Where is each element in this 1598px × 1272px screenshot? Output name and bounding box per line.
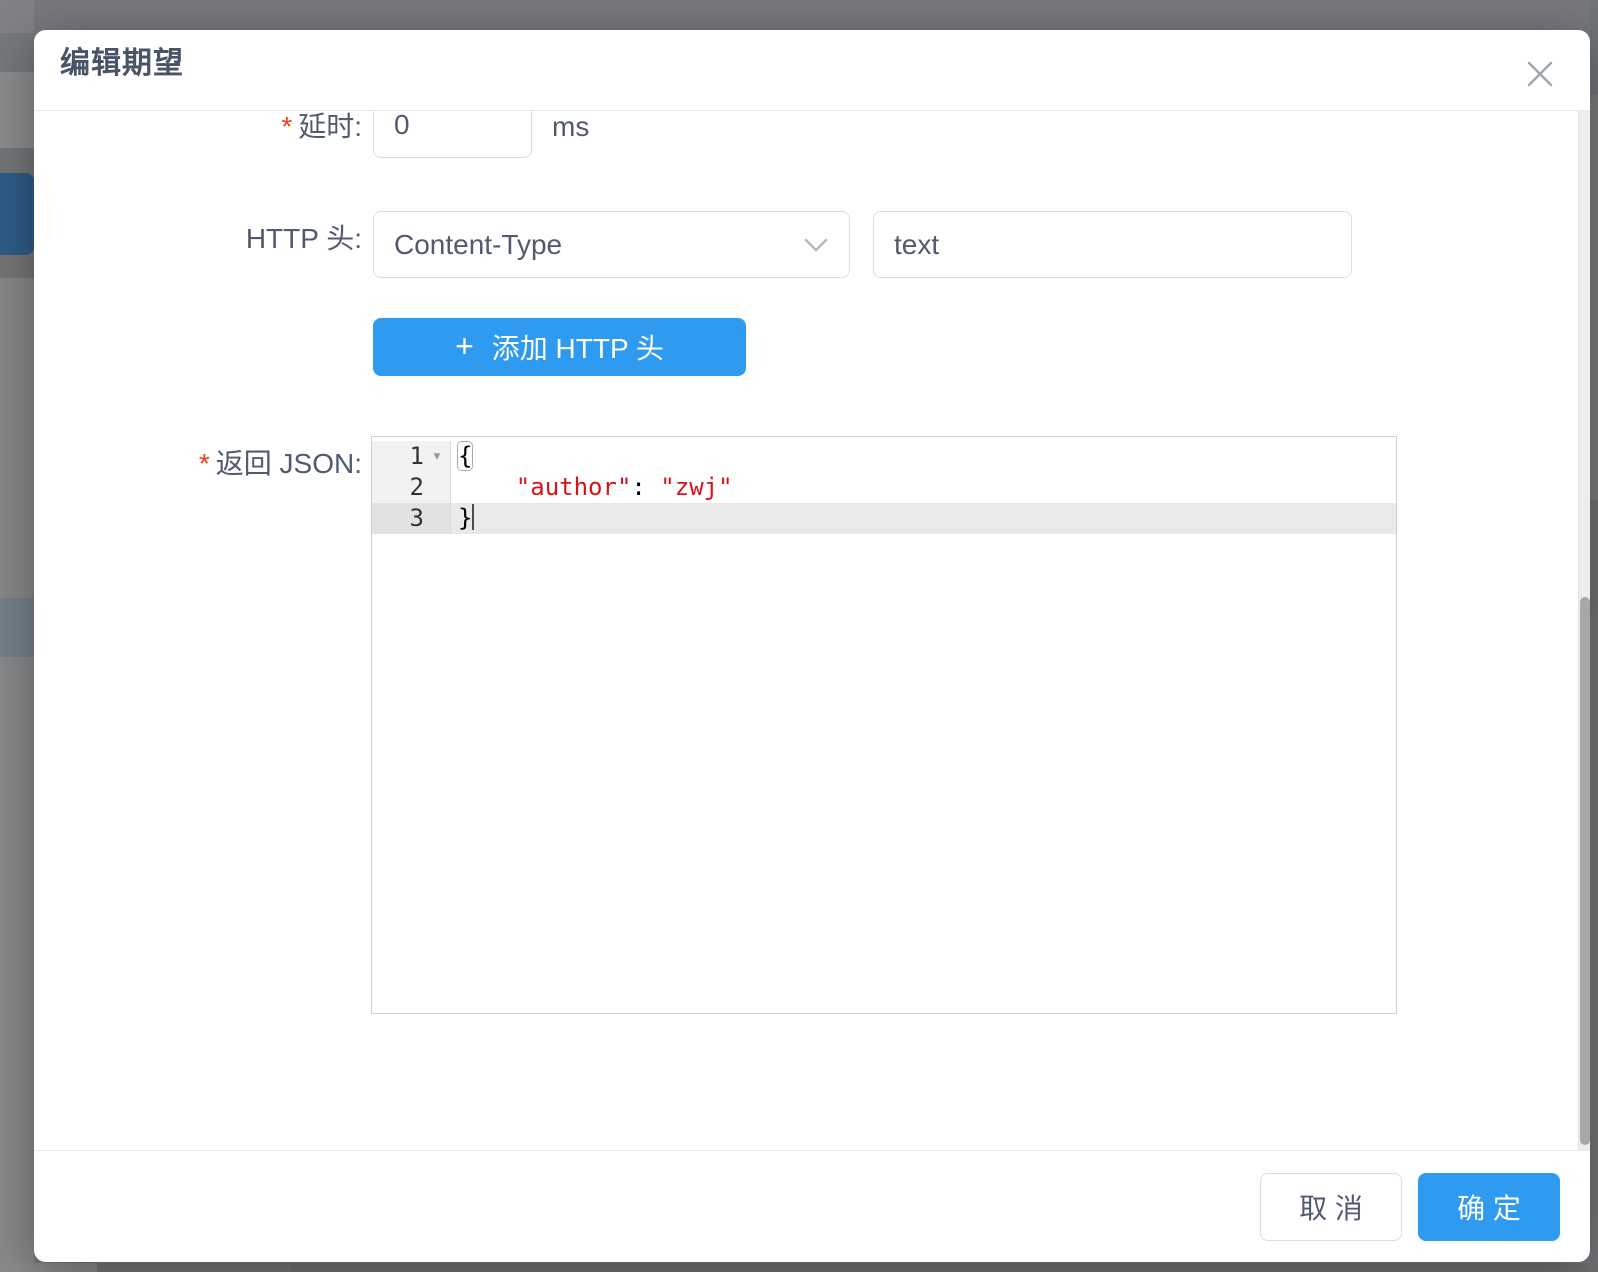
http-header-label: HTTP 头: bbox=[34, 219, 362, 259]
close-button[interactable] bbox=[1520, 54, 1560, 94]
code-content: { bbox=[451, 441, 1396, 472]
dialog-footer: 取 消 确 定 bbox=[34, 1150, 1590, 1262]
matching-bracket: { bbox=[458, 442, 472, 470]
json-value: "zwj" bbox=[660, 473, 732, 501]
delay-input[interactable] bbox=[373, 111, 532, 158]
delay-label-text: 延时: bbox=[298, 111, 362, 142]
closing-brace: } bbox=[458, 504, 472, 532]
close-icon bbox=[1525, 59, 1555, 89]
code-line-3-active: 3 } bbox=[372, 503, 1396, 534]
delay-unit: ms bbox=[552, 111, 589, 147]
background-block bbox=[0, 33, 34, 72]
code-lines: 1 ▾ { 2 "author": "zwj" 3 bbox=[372, 437, 1396, 534]
return-json-label: *返回 JSON: bbox=[34, 444, 362, 484]
background-sidebar-active-item bbox=[0, 173, 34, 255]
scrollbar-track[interactable] bbox=[1578, 111, 1590, 1150]
fold-marker-icon[interactable]: ▾ bbox=[424, 441, 450, 472]
ok-button[interactable]: 确 定 bbox=[1418, 1173, 1560, 1241]
cancel-button[interactable]: 取 消 bbox=[1260, 1173, 1402, 1241]
code-indent bbox=[458, 473, 516, 501]
background-block bbox=[0, 278, 34, 598]
background-block bbox=[0, 148, 34, 173]
background-block bbox=[0, 1263, 97, 1272]
fold-spacer bbox=[424, 472, 450, 503]
dialog-header: 编辑期望 bbox=[34, 30, 1590, 111]
code-content: "author": "zwj" bbox=[451, 472, 1396, 503]
background-block bbox=[290, 1263, 1598, 1272]
background-block bbox=[0, 598, 34, 657]
add-http-header-label: 添加 HTTP 头 bbox=[492, 327, 664, 367]
background-block bbox=[0, 657, 34, 1263]
dialog-title: 编辑期望 bbox=[60, 42, 184, 86]
header-value-input[interactable] bbox=[873, 211, 1352, 278]
content-type-select[interactable]: Content-Type bbox=[373, 211, 850, 278]
background-block bbox=[1590, 0, 1598, 95]
json-key: "author" bbox=[516, 473, 632, 501]
select-value: Content-Type bbox=[394, 229, 803, 261]
background-block bbox=[0, 255, 34, 278]
line-number: 3 bbox=[372, 503, 424, 534]
required-mark: * bbox=[199, 448, 210, 479]
code-content: } bbox=[451, 503, 1396, 534]
chevron-down-icon bbox=[803, 237, 829, 253]
return-json-label-text: 返回 JSON: bbox=[216, 448, 362, 479]
edit-expectation-dialog: 编辑期望 *延时: ms HTTP 头: Content-Type + 添加 H… bbox=[34, 30, 1590, 1262]
fold-spacer bbox=[424, 503, 450, 534]
background-block bbox=[1590, 95, 1598, 500]
json-separator: : bbox=[631, 473, 660, 501]
background-block bbox=[0, 0, 34, 33]
dialog-body: *延时: ms HTTP 头: Content-Type + 添加 HTTP 头… bbox=[34, 111, 1590, 1150]
required-mark: * bbox=[281, 111, 292, 142]
gutter-cell: 2 bbox=[372, 472, 451, 503]
delay-label: *延时: bbox=[34, 111, 362, 147]
background-block bbox=[1590, 500, 1598, 615]
background-block bbox=[97, 1263, 290, 1272]
scrollbar-thumb[interactable] bbox=[1580, 597, 1590, 1145]
code-line-2: 2 "author": "zwj" bbox=[372, 472, 1396, 503]
text-cursor bbox=[472, 504, 474, 530]
background-block bbox=[0, 72, 34, 148]
background-block bbox=[1590, 615, 1598, 1263]
line-number: 2 bbox=[372, 472, 424, 503]
add-http-header-button[interactable]: + 添加 HTTP 头 bbox=[373, 318, 746, 376]
line-number: 1 bbox=[372, 441, 424, 472]
code-line-1: 1 ▾ { bbox=[372, 441, 1396, 472]
json-code-editor[interactable]: 1 ▾ { 2 "author": "zwj" 3 bbox=[371, 436, 1397, 1014]
gutter-cell: 3 bbox=[372, 503, 451, 534]
gutter-cell: 1 ▾ bbox=[372, 441, 451, 472]
plus-icon: + bbox=[455, 330, 474, 362]
